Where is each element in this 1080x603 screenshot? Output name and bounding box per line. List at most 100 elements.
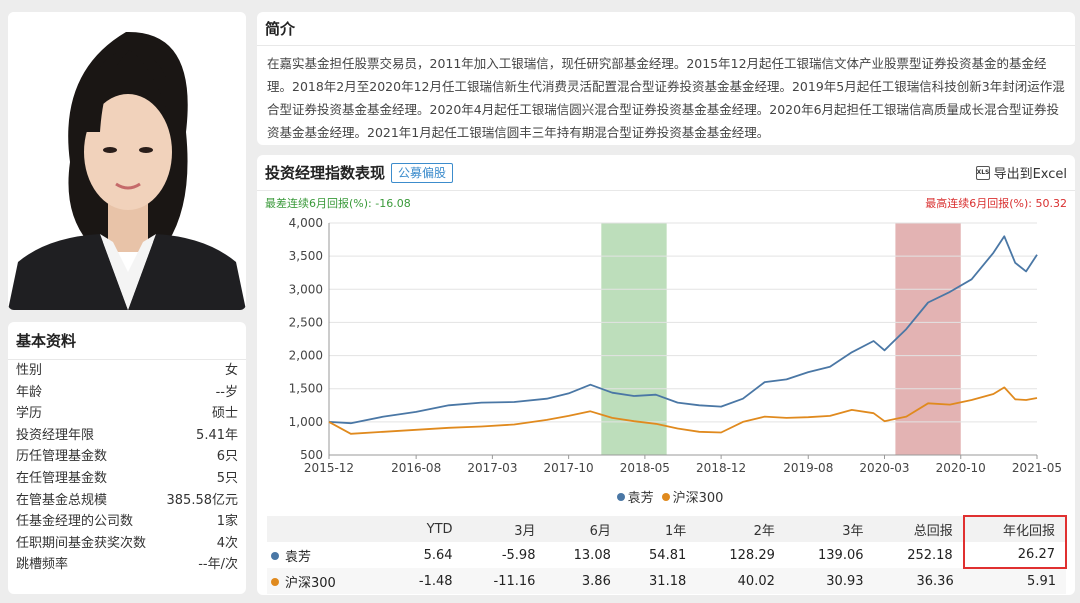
- basic-info-value: 女: [224, 363, 238, 378]
- basic-info-key: 任基金经理的公司数: [16, 514, 134, 530]
- basic-info-row: 历任管理基金数 6只: [8, 446, 246, 468]
- table-cell: -5.98: [501, 547, 536, 563]
- stats-row: 最差连续6月回报(%): -16.08 最高连续6月回报(%): 50.32: [257, 195, 1075, 211]
- table-row-name: 沪深300: [267, 568, 393, 594]
- chart-legend: 袁芳 沪深300: [257, 487, 1075, 506]
- export-excel-button[interactable]: XLS 导出到Excel: [975, 163, 1067, 182]
- y-tick-label: 3,500: [289, 249, 323, 263]
- table-cell: -1.48: [392, 568, 463, 594]
- xls-icon: XLS: [975, 165, 990, 180]
- table-row: 袁芳 5.64 -5.98 13.08 54.81 128.29 139.06 252.18 2…: [267, 542, 1068, 569]
- basic-info-key: 年龄: [16, 384, 43, 400]
- export-excel-label: 导出到Excel: [993, 167, 1067, 182]
- table-cell: -11.16: [462, 568, 546, 594]
- x-tick-label: 2020-03: [859, 461, 909, 475]
- y-tick-label: 1,000: [289, 415, 323, 429]
- table-header-cell: [267, 516, 393, 542]
- x-tick-label: 2018-05: [620, 461, 670, 475]
- series-name: 袁芳: [285, 549, 312, 565]
- x-tick-label: 2016-08: [391, 461, 441, 475]
- table-header-cell: YTD: [392, 516, 463, 542]
- table-cell: 30.93: [784, 568, 874, 594]
- basic-info-row: 跳槽频率 --年/次: [8, 554, 246, 576]
- series-dot: [271, 577, 279, 586]
- table-cell: 54.81: [649, 547, 687, 563]
- x-tick-label: 2020-10: [936, 461, 986, 475]
- table-header-cell: 6月: [545, 516, 621, 542]
- table-cell: 40.02: [696, 568, 785, 594]
- basic-info-row: 学历 硕士: [8, 403, 246, 425]
- basic-info-key: 学历: [16, 406, 43, 422]
- basic-info-row: 任基金经理的公司数 1家: [8, 511, 246, 533]
- manager-photo: [8, 12, 246, 310]
- legend-label[interactable]: 沪深300: [673, 491, 724, 506]
- table-cell: 139.06: [818, 547, 864, 563]
- basic-info-row: 在管基金总规模 385.58亿元: [8, 490, 246, 512]
- basic-info-value: --岁: [215, 384, 238, 400]
- x-tick-label: 2017-03: [467, 461, 517, 475]
- table-header-row: YTD 3月 6月 1年 2年 3年 总回报 年化回报: [267, 515, 1068, 542]
- table-header-cell: 1年: [620, 516, 697, 542]
- y-tick-label: 4,000: [289, 216, 323, 230]
- x-tick-label: 2019-08: [783, 461, 833, 475]
- table-cell: 26.27: [962, 542, 1068, 569]
- manager-portrait-image: [8, 12, 246, 310]
- shaded-period: [895, 223, 961, 455]
- basic-info-value: 1家: [216, 514, 238, 530]
- fund-type-tag[interactable]: 公募偏股: [391, 162, 454, 183]
- table-header-cell: 2年: [696, 516, 785, 542]
- x-tick-label: 2021-05: [1012, 461, 1062, 475]
- table-row: 沪深300 -1.48 -11.16 3.86 31.18 40.02 30.93 36.36…: [267, 568, 1066, 594]
- basic-info-row: 投资经理年限 5.41年: [8, 425, 246, 447]
- table-cell: 5.91: [963, 568, 1066, 594]
- table-cell: 252.18: [907, 547, 953, 563]
- y-tick-label: 500: [300, 448, 323, 462]
- y-tick-label: 1,500: [289, 382, 323, 396]
- basic-info-value: 5只: [216, 470, 238, 486]
- return-table: YTD 3月 6月 1年 2年 3年 总回报 年化回报 袁芳 5.64 -5.98 13.08 54.8…: [267, 515, 1068, 594]
- y-tick-label: 2,000: [289, 349, 323, 363]
- basic-info-row: 年龄 --岁: [8, 382, 246, 404]
- basic-info-row: 在任管理基金数 5只: [8, 468, 246, 490]
- performance-title: 投资经理指数表现: [265, 164, 386, 182]
- basic-info-key: 在管基金总规模: [16, 492, 108, 508]
- intro-text: 在嘉实基金担任股票交易员，2011年加入工银瑞信，现任研究部基金经理。2015年…: [267, 56, 1065, 140]
- basic-info-key: 跳槽频率: [16, 557, 69, 573]
- shaded-period: [601, 223, 667, 455]
- y-tick-label: 2,500: [289, 315, 323, 329]
- table-cell: 36.36: [873, 568, 964, 594]
- basic-info-key: 性别: [16, 363, 43, 378]
- x-tick-label: 2015-12: [304, 461, 354, 475]
- y-tick-label: 3,000: [289, 282, 323, 296]
- basic-info-key: 在任管理基金数: [16, 470, 108, 486]
- table-row-name: 袁芳: [267, 542, 393, 568]
- performance-header: 投资经理指数表现 公募偏股 XLS 导出到Excel: [257, 155, 1075, 191]
- series-name: 沪深300: [285, 575, 336, 591]
- basic-info-key: 任职期间基金获奖次数: [16, 535, 147, 551]
- table-cell: 3.86: [545, 568, 621, 594]
- basic-info-key: 投资经理年限: [16, 427, 95, 443]
- table-cell: 13.08: [573, 547, 611, 563]
- basic-info-row: 性别 女: [8, 360, 246, 382]
- intro-title: 简介: [257, 12, 1075, 46]
- table-header-cell: 总回报: [873, 516, 964, 542]
- performance-chart: 500 1,000 1,500 2,000 2,500 3,000 3,500 4,000 20…: [289, 216, 1062, 475]
- basic-info-value: 385.58亿元: [166, 492, 239, 508]
- intro-panel: 简介 在嘉实基金担任股票交易员，2011年加入工银瑞信，现任研究部基金经理。20…: [257, 12, 1075, 145]
- performance-panel: 投资经理指数表现 公募偏股 XLS 导出到Excel 最差连续6月回报(%): …: [257, 155, 1075, 595]
- legend-label[interactable]: 袁芳: [628, 491, 654, 506]
- basic-info-value: --年/次: [198, 557, 238, 573]
- table-header-cell: 3月: [462, 516, 546, 542]
- basic-info-value: 5.41年: [196, 427, 238, 443]
- table-cell: 128.29: [729, 547, 775, 563]
- basic-info-value: 硕士: [211, 406, 238, 422]
- basic-info-list: 性别 女年龄 --岁学历 硕士投资经理年限 5.41年历任管理基金数 6只在任管理基金数 5…: [8, 360, 246, 576]
- series-dot: [271, 551, 279, 560]
- best-6m-return: 最高连续6月回报(%): 50.32: [925, 197, 1067, 210]
- table-header-cell: 年化回报: [962, 515, 1068, 542]
- basic-info-key: 历任管理基金数: [16, 449, 108, 465]
- table-cell: 31.18: [620, 568, 697, 594]
- legend-swatch: [661, 493, 670, 501]
- x-tick-label: 2018-12: [696, 461, 746, 475]
- table-header-cell: 3年: [784, 516, 874, 542]
